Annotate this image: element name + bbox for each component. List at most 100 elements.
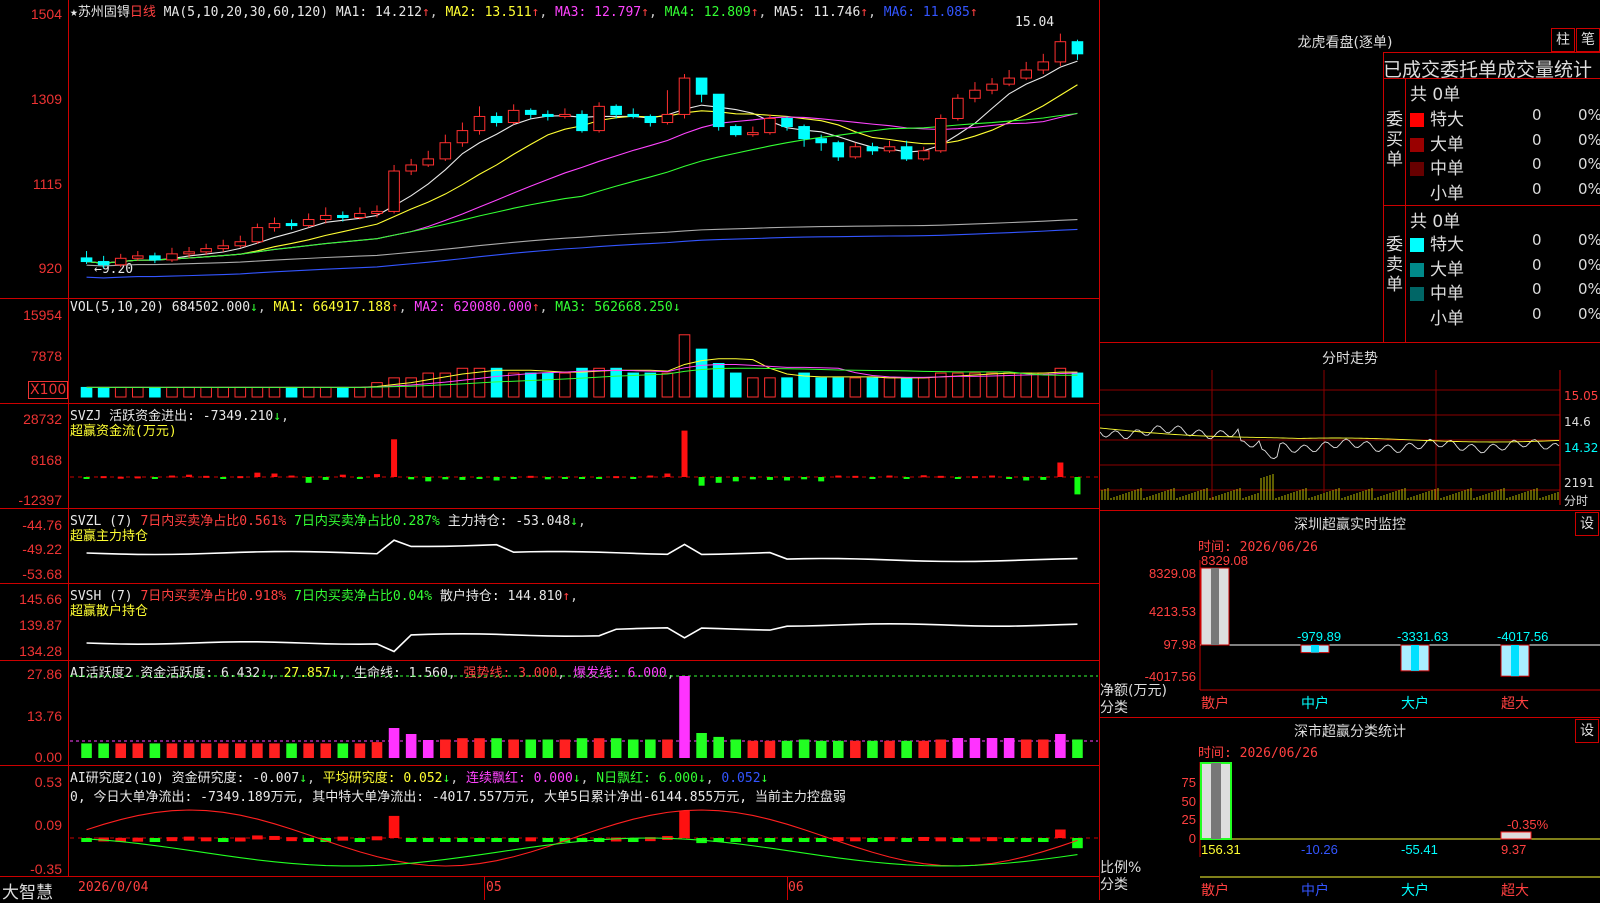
volume-bar [456, 367, 469, 398]
volume-bar [337, 386, 349, 398]
candle-body [1054, 41, 1067, 63]
ai-active-bar [781, 740, 793, 758]
svzj-bar [271, 473, 278, 477]
ai-research-bar [969, 837, 981, 842]
ai-active-bar [337, 743, 349, 758]
chart-area[interactable]: 1504 1309 1115 920 15954 7878 X100 28732… [0, 0, 1100, 903]
buy-row: 小单 [1410, 179, 1464, 204]
sell-row-pct: 0% [1578, 304, 1600, 323]
ai-research-bar [1037, 838, 1049, 842]
monitor-settings-button[interactable]: 设 [1575, 512, 1599, 536]
buy-row-name: 中单 [1430, 159, 1464, 179]
volume-bar [132, 386, 144, 398]
ai-research-bar [730, 838, 742, 842]
volume-bar [900, 377, 913, 398]
ai-active-bar [645, 739, 656, 758]
volume-bar [661, 372, 674, 398]
candle-body [371, 210, 383, 214]
ai-research-bar [764, 838, 776, 842]
candle-body [678, 77, 691, 115]
intraday-chart[interactable] [1100, 370, 1600, 510]
ai-active-bar [200, 743, 212, 758]
svzj-bar [151, 477, 158, 479]
ai-active-bar [730, 739, 742, 758]
intraday-tick-0: 15.05 [1564, 389, 1599, 403]
monitor-xlabel: 分类 [1100, 700, 1128, 716]
classify-category-label: 超大 [1501, 882, 1529, 898]
candle-body [132, 255, 144, 259]
volume-bar [644, 372, 657, 398]
svzj-bar [425, 477, 432, 482]
tick-mode-button[interactable]: 笔 [1576, 28, 1600, 52]
ai-research-bar [679, 810, 690, 838]
candle-body [542, 113, 554, 117]
ai-research-bar [832, 837, 844, 842]
ai-research-bar [81, 838, 92, 842]
ai-research-bar [371, 836, 383, 841]
monitor-chart[interactable]: 8329.08 4213.53 97.98 -4017.56 8329.08 散户 -979… [1100, 550, 1600, 720]
svzj-bar [886, 475, 893, 478]
y-tick-svzl-1: -49.22 [22, 541, 62, 557]
ai-active-bar [798, 739, 810, 758]
ai-active-bar [1072, 739, 1083, 758]
volume-bar [524, 372, 537, 398]
ma-line-5 [86, 60, 1078, 264]
classify-category-label: 中户 [1301, 882, 1329, 898]
monitor-category-label: 散户 [1201, 695, 1229, 711]
y-tick-main-0: 1504 [30, 6, 62, 22]
ai-research-bar [918, 836, 929, 841]
buy-row-pct: 0% [1578, 155, 1600, 173]
svzj-bar [749, 477, 756, 480]
classify-settings-button[interactable]: 设 [1575, 719, 1599, 743]
y-tick-vol-1: 7878 [30, 348, 62, 364]
buy-row-count: 0 [1532, 106, 1542, 124]
sell-total: 共 0单 [1410, 212, 1461, 232]
candle-body [490, 115, 503, 124]
candle-body [627, 113, 640, 117]
y-tick-ai2-1: 0.09 [34, 817, 62, 833]
sell-row-count: 0 [1532, 231, 1542, 249]
ai-active-bar [269, 743, 280, 758]
candle-body [268, 223, 281, 229]
volume-bar [832, 377, 845, 398]
ai-research-bar [747, 838, 759, 842]
monitor-category-label: 中户 [1301, 695, 1329, 711]
intraday-tick-1: 14.6 [1564, 415, 1591, 429]
ai-active-bar [388, 728, 400, 758]
candle-body [439, 142, 452, 160]
svzj-bar [288, 475, 295, 478]
svzj-bar [442, 477, 449, 480]
ai-active-bar [1003, 738, 1015, 758]
candle-body [97, 261, 110, 266]
monitor-bar-core [1211, 567, 1219, 645]
classify-chart[interactable]: 75 50 25 0 -0.35% 156.31 散户 -10.26 中户 -55.41 大户 9.3… [1100, 757, 1600, 900]
svzj-bar [989, 475, 996, 478]
y-tick-svzl-0: -44.76 [22, 517, 62, 533]
ai-active-bar [593, 738, 605, 758]
ai-research-bar [405, 838, 417, 842]
kline-chart[interactable] [70, 0, 1098, 876]
ai-active-bar [986, 738, 998, 758]
svzj-bar [186, 474, 193, 477]
ai-active-bar [405, 734, 417, 758]
volume-bar [285, 386, 298, 398]
sell-row: 中单 [1410, 279, 1464, 304]
x-label-1: 05 [486, 880, 502, 895]
volume-bar [405, 377, 417, 398]
volume-bar [781, 377, 793, 398]
y-tick-svsh-0: 145.66 [19, 591, 62, 607]
volume-bar [302, 386, 315, 398]
svzj-bar [852, 475, 859, 478]
svzj-bar [954, 477, 961, 479]
ai-research-bar [542, 838, 554, 842]
volume-bar [866, 377, 879, 398]
ai-research-bar [132, 837, 144, 842]
ai-research-bar [986, 837, 998, 842]
ai-research-bar [1072, 838, 1083, 849]
classify-bar-value: 156.31 [1201, 842, 1241, 857]
sell-row: 小单 [1410, 304, 1464, 329]
ai-active-bar [132, 743, 144, 758]
volume-bar [183, 386, 195, 398]
svzj-bar [715, 477, 722, 483]
bar-mode-button[interactable]: 柱 [1551, 28, 1575, 52]
